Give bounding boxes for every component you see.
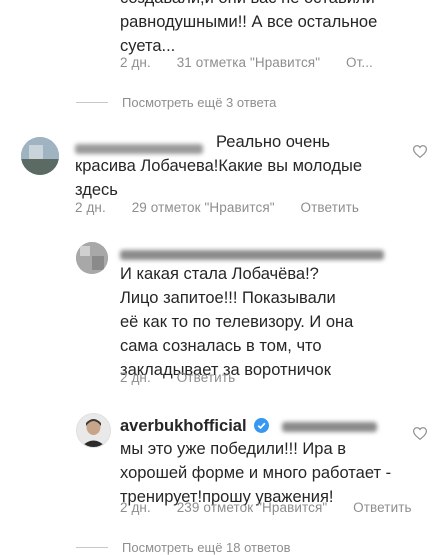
likes-count[interactable]: 31 отметка "Нравится"	[177, 55, 320, 70]
comment-line: сама созналась в том, что	[120, 337, 322, 355]
view-more-replies-link[interactable]: Посмотреть ещё 3 ответа	[76, 95, 276, 110]
divider-line	[76, 547, 108, 548]
blurred-mention[interactable]	[281, 421, 377, 432]
comment-line: создавали,и они вас не оставили	[120, 0, 377, 10]
blurred-username	[120, 249, 384, 260]
heart-outline-icon[interactable]	[413, 145, 427, 158]
reply-button[interactable]: Ответить	[301, 200, 360, 215]
timestamp: 2 дн.	[120, 500, 151, 515]
comment-text: мы это уже победили!!! Ира в хорошей фор…	[120, 437, 391, 509]
comment-meta: 2 дн. Ответить	[120, 370, 257, 385]
avatar-image	[21, 137, 59, 175]
avatar-image	[76, 242, 108, 274]
blurred-username	[75, 143, 203, 154]
reply-button[interactable]: От...	[346, 55, 373, 70]
comment-line: Лицо запитое!!! Показывали	[120, 289, 336, 307]
view-more-label: Посмотреть ещё 3 ответа	[122, 95, 277, 110]
reply-button[interactable]: Ответить	[177, 370, 236, 385]
verified-badge-icon	[254, 418, 270, 433]
comment-meta-thread1: 2 дн. 31 отметка "Нравится" От...	[120, 55, 395, 70]
heart-outline-icon[interactable]	[413, 427, 427, 440]
view-more-label: Посмотреть ещё 18 ответов	[122, 540, 291, 555]
comment-text-thread1: создавали,и они вас не оставили равнодуш…	[120, 0, 377, 58]
comment-text-start: Реально очень	[216, 133, 331, 151]
avatar-image	[77, 414, 110, 447]
comment-meta: 2 дн. 239 отметок "Нравится" Ответить	[120, 500, 434, 515]
likes-count[interactable]: 239 отметок "Нравится"	[177, 500, 328, 515]
timestamp: 2 дн.	[120, 55, 151, 70]
comment-text: И какая стала Лобачёва!? Лицо запитое!!!…	[120, 262, 353, 382]
avatar[interactable]	[76, 413, 111, 448]
timestamp: 2 дн.	[120, 370, 151, 385]
comment-line: красива Лобачева!Какие вы молодые	[75, 157, 363, 175]
reply-button[interactable]: Ответить	[353, 500, 412, 515]
timestamp: 2 дн.	[75, 200, 106, 215]
comment-line: равнодушными!! А все остальное	[120, 13, 378, 31]
comment-line: хорошей форме и много работает -	[120, 464, 392, 482]
comment-line: её как то по телевизору. И она	[120, 313, 354, 331]
comment-line: мы это уже победили!!! Ира в	[120, 440, 346, 458]
comment-text: красива Лобачева!Какие вы молодые здесь	[75, 154, 362, 202]
comment-line: И какая стала Лобачёва!?	[120, 265, 319, 283]
comment-header: averbukhofficial	[120, 414, 377, 438]
comment-meta: 2 дн. 29 отметок "Нравится" Ответить	[75, 200, 381, 215]
view-more-replies-link[interactable]: Посмотреть ещё 18 ответов	[76, 540, 291, 555]
avatar[interactable]	[21, 137, 59, 175]
username[interactable]: averbukhofficial	[120, 417, 247, 435]
avatar[interactable]	[76, 242, 108, 274]
likes-count[interactable]: 29 отметок "Нравится"	[132, 200, 275, 215]
comment-line: здесь	[75, 181, 118, 199]
divider-line	[76, 102, 108, 103]
